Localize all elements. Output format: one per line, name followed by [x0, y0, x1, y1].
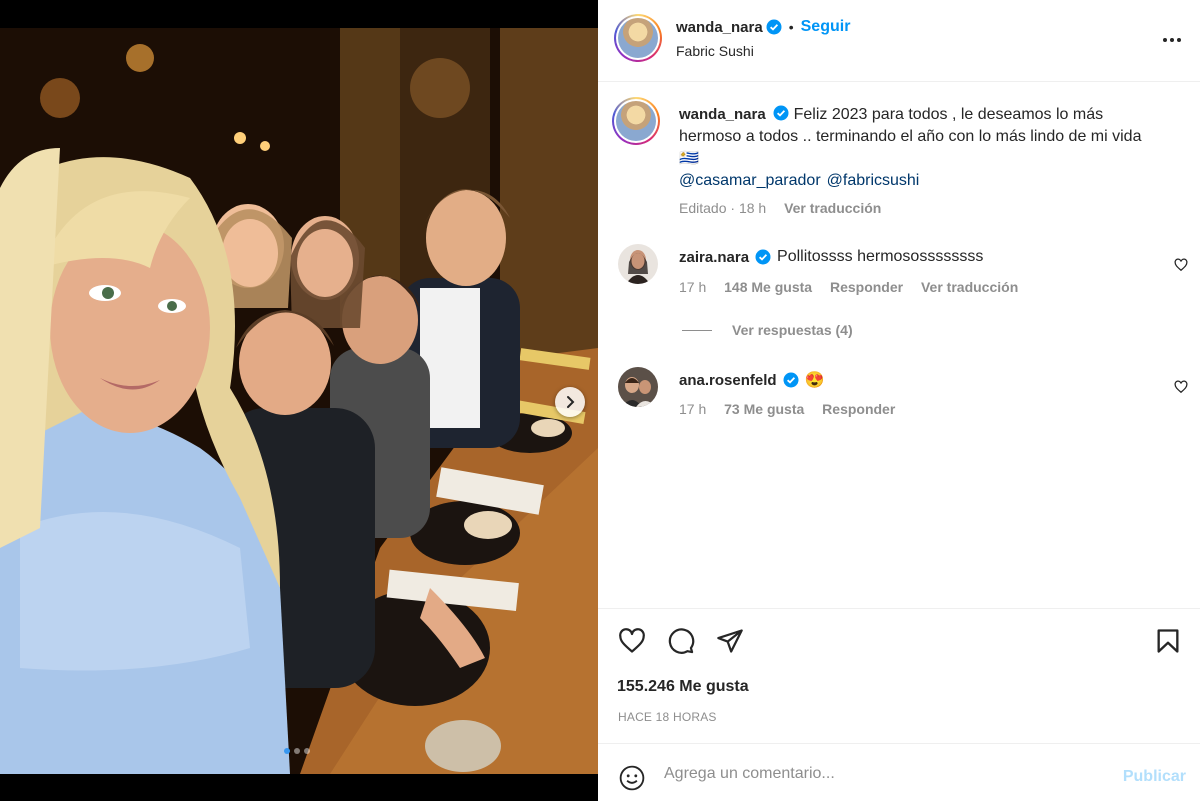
comment-icon[interactable]: [667, 627, 695, 655]
comment-meta: 17 h 73 Me gusta Responder: [679, 401, 895, 417]
verified-badge-icon: [773, 105, 789, 121]
publish-button[interactable]: Publicar: [1123, 768, 1186, 786]
comments-section[interactable]: wanda_nara Feliz 2023 para todos , le de…: [598, 82, 1200, 608]
comment-input[interactable]: [664, 760, 1094, 788]
heart-icon[interactable]: [618, 627, 646, 655]
more-icon[interactable]: [1160, 28, 1184, 52]
commenter-username[interactable]: ana.rosenfeld: [679, 372, 777, 389]
comment-likes[interactable]: 148 Me gusta: [724, 279, 812, 295]
verified-badge-icon: [766, 19, 782, 35]
post-photo[interactable]: [0, 28, 598, 774]
separator-dot: •: [788, 19, 794, 35]
likes-count[interactable]: 155.246 Me gusta: [617, 678, 749, 696]
carousel-dot: [294, 748, 300, 754]
view-replies-button[interactable]: Ver respuestas (4): [682, 322, 853, 338]
carousel-dot: [284, 748, 290, 754]
caption-dot: ·: [730, 200, 736, 216]
post-details-panel: wanda_nara • Seguir Fabric Sushi wanda_n…: [598, 0, 1200, 801]
post-header: wanda_nara • Seguir Fabric Sushi: [598, 0, 1200, 82]
mention-link[interactable]: @fabricsushi: [827, 172, 920, 189]
carousel-next-button[interactable]: [555, 387, 585, 417]
caption-author-username[interactable]: wanda_nara: [679, 106, 766, 123]
post-timestamp: HACE 18 HORAS: [618, 710, 717, 724]
author-username[interactable]: wanda_nara: [676, 19, 763, 36]
avatar-image: [618, 367, 658, 407]
location-link[interactable]: Fabric Sushi: [676, 43, 754, 59]
verified-badge-icon: [783, 372, 799, 388]
caption-edited-label: Editado: [679, 200, 727, 216]
heart-icon[interactable]: [1174, 258, 1188, 272]
comment-composer: Publicar: [598, 743, 1200, 801]
author-avatar[interactable]: [614, 14, 662, 62]
share-icon[interactable]: [716, 627, 744, 655]
commenter-avatar[interactable]: [618, 367, 658, 407]
commenter-username[interactable]: zaira.nara: [679, 249, 749, 266]
chevron-right-icon: [567, 396, 575, 408]
comment-time: 17 h: [679, 401, 707, 417]
caption: wanda_nara Feliz 2023 para todos , le de…: [679, 104, 1159, 192]
caption-time: 18 h: [738, 200, 767, 216]
photo-illustration: [0, 28, 598, 774]
follow-button[interactable]: Seguir: [801, 18, 851, 36]
carousel-dots: [284, 748, 310, 754]
heart-icon[interactable]: [1174, 380, 1188, 394]
comment-body: ana.rosenfeld 😍: [679, 370, 824, 390]
comment-text: 😍: [804, 372, 825, 389]
commenter-avatar[interactable]: [618, 244, 658, 284]
verified-badge-icon: [755, 249, 771, 265]
photo-area: [0, 0, 598, 801]
carousel-dot: [304, 748, 310, 754]
comment-meta: 17 h 148 Me gusta Responder Ver traducci…: [679, 279, 1018, 295]
replies-line: [682, 329, 712, 331]
caption-mentions: @casamar_parador @fabricsushi: [679, 170, 1159, 192]
caption-author-avatar[interactable]: [612, 97, 660, 145]
avatar-image: [618, 244, 658, 284]
bookmark-icon[interactable]: [1154, 627, 1182, 655]
emoji-icon[interactable]: [619, 765, 645, 791]
mention-link[interactable]: @casamar_parador: [679, 172, 821, 189]
view-replies-label: Ver respuestas (4): [732, 322, 853, 338]
caption-meta: Editado · 18 h Ver traducción: [679, 200, 881, 216]
post-actions: 155.246 Me gusta HACE 18 HORAS: [598, 608, 1200, 743]
comment-text: Pollitossss hermosossssssss: [777, 248, 984, 265]
translate-link[interactable]: Ver traducción: [921, 279, 1018, 295]
author-line: wanda_nara • Seguir: [676, 18, 850, 36]
reply-button[interactable]: Responder: [822, 401, 895, 417]
comment-time: 17 h: [679, 279, 707, 295]
reply-button[interactable]: Responder: [830, 279, 903, 295]
comment-body: zaira.nara Pollitossss hermosossssssss: [679, 248, 983, 266]
caption-translate-link[interactable]: Ver traducción: [784, 200, 881, 216]
comment-likes[interactable]: 73 Me gusta: [724, 401, 804, 417]
